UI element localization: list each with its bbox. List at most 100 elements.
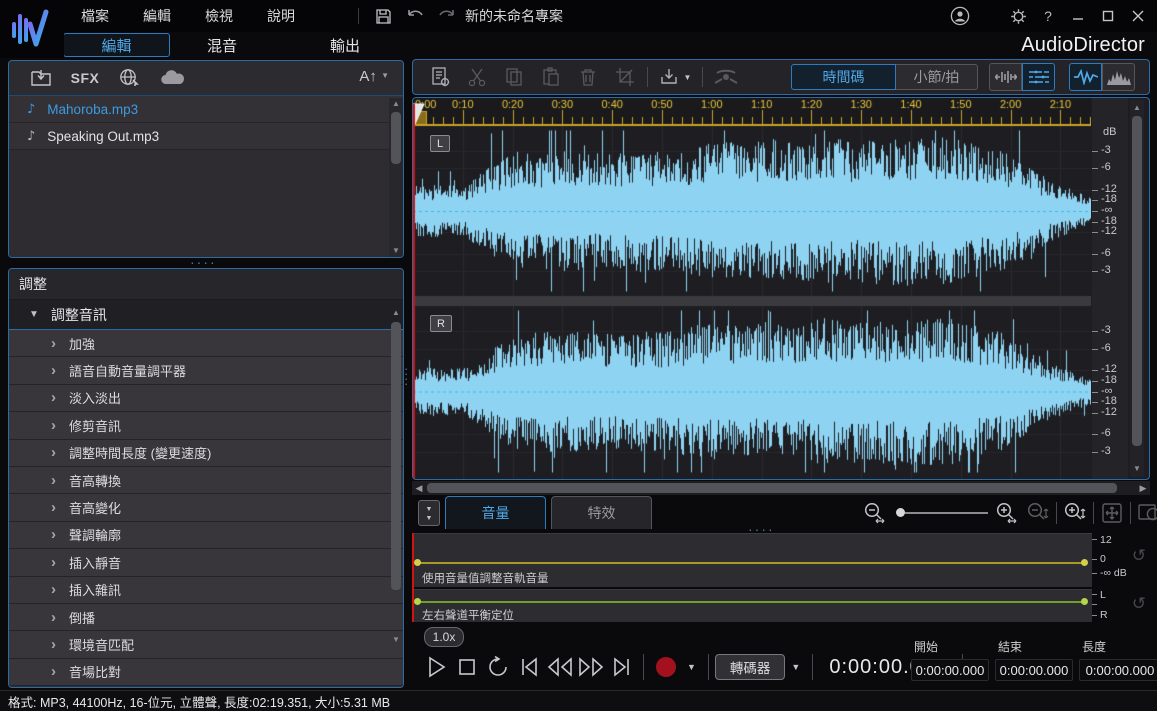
loop-button[interactable] <box>482 651 513 683</box>
stop-button[interactable] <box>451 651 482 683</box>
scroll-down-icon[interactable]: ▼ <box>389 245 403 257</box>
copy-icon[interactable] <box>495 66 532 88</box>
expand-panel-button[interactable]: ▼ ▼ <box>418 500 440 526</box>
column-resize-grip[interactable]: · · · · <box>404 362 408 390</box>
cloud-icon[interactable] <box>151 69 195 87</box>
zoom-out-vertical-icon[interactable] <box>1026 501 1050 525</box>
surround-icon[interactable] <box>707 67 744 87</box>
envelope-keyframe[interactable] <box>414 598 421 605</box>
zoom-in-vertical-icon[interactable] <box>1063 501 1087 525</box>
length-time-field[interactable]: 0:00:00.000 <box>1079 659 1157 681</box>
adjust-item[interactable]: 語音自動音量調平器 <box>9 357 403 385</box>
undo-icon[interactable] <box>402 3 428 29</box>
multitrack-mode-icon[interactable] <box>1022 63 1055 91</box>
record-options-chevron-icon[interactable]: ▼ <box>681 662 702 672</box>
menu-item[interactable]: 檔案 <box>64 6 126 26</box>
help-icon[interactable]: ? <box>1035 4 1061 28</box>
user-account-icon[interactable] <box>947 4 973 28</box>
text-size-button[interactable]: A↑ ▼ <box>359 68 389 85</box>
scroll-up-icon[interactable]: ▲ <box>389 98 403 110</box>
transcoder-button[interactable]: 轉碼器 <box>714 654 786 680</box>
download-from-web-icon[interactable] <box>107 68 151 88</box>
media-file-row[interactable]: Speaking Out.mp3 <box>9 123 403 150</box>
channel-badge-left[interactable]: L <box>430 135 451 152</box>
waveform-canvas[interactable] <box>413 98 1091 479</box>
wave-horizontal-scrollbar[interactable]: ◀ ▶ <box>412 481 1150 495</box>
adjust-item[interactable]: 淡入淡出 <box>9 384 403 413</box>
scroll-up-icon[interactable]: ▲ <box>389 307 403 319</box>
tab-volume[interactable]: 音量 <box>445 496 546 529</box>
settings-gear-icon[interactable] <box>1005 4 1031 28</box>
scroll-right-icon[interactable]: ▶ <box>1136 481 1150 495</box>
timecode-toggle[interactable]: 時間碼 <box>791 64 896 90</box>
cut-icon[interactable] <box>458 66 495 88</box>
tab-mix[interactable]: 混音 <box>190 33 254 57</box>
trim-icon[interactable] <box>606 66 643 88</box>
rewind-button[interactable] <box>544 651 575 683</box>
media-file-row[interactable]: Mahoroba.mp3 <box>9 96 403 123</box>
channel-badge-right[interactable]: R <box>430 315 452 332</box>
adjust-item[interactable]: 聲調輪廓 <box>9 521 403 550</box>
redo-icon[interactable] <box>434 3 460 29</box>
envelope-keyframe[interactable] <box>414 559 421 566</box>
zoom-out-horizontal-icon[interactable] <box>862 501 888 525</box>
tab-produce[interactable]: 輸出 <box>313 33 377 57</box>
maximize-icon[interactable] <box>1095 4 1121 28</box>
wave-vertical-scrollbar[interactable]: ▲ ▼ <box>1130 100 1144 477</box>
lane-resize-grip[interactable]: ···· <box>748 522 775 536</box>
volume-envelope-lane[interactable]: 使用音量值調整音軌音量 <box>412 533 1092 587</box>
envelope-keyframe[interactable] <box>1081 598 1088 605</box>
adjust-item[interactable]: 音高轉換 <box>9 466 403 495</box>
go-to-start-button[interactable] <box>513 651 544 683</box>
adjust-item[interactable]: 調整時間長度 (變更速度) <box>9 439 403 467</box>
adjust-item[interactable]: 環境音匹配 <box>9 631 403 659</box>
fit-to-window-icon[interactable] <box>1100 501 1124 525</box>
adjust-audio-group[interactable]: ▼ 調整音訊 <box>9 300 403 330</box>
adjust-item[interactable]: 音場比對 <box>9 658 403 687</box>
transcoder-chevron-icon[interactable]: ▼ <box>785 662 806 672</box>
menu-item[interactable]: 說明 <box>250 6 312 26</box>
save-icon[interactable] <box>370 3 396 29</box>
reset-pan-envelope-icon[interactable]: ↺ <box>1128 594 1150 614</box>
pan-envelope-lane[interactable]: 左右聲道平衡定位 <box>412 589 1092 622</box>
adjust-item[interactable]: 修剪音訊 <box>9 412 403 440</box>
adjust-scrollbar[interactable]: ▲ ▼ <box>389 302 403 687</box>
pan-envelope-line[interactable] <box>416 601 1086 603</box>
paste-icon[interactable] <box>532 66 569 88</box>
properties-icon[interactable] <box>421 66 458 88</box>
scroll-up-icon[interactable]: ▲ <box>1130 102 1144 114</box>
scroll-down-icon[interactable]: ▼ <box>1130 463 1144 475</box>
envelope-keyframe[interactable] <box>1081 559 1088 566</box>
delete-icon[interactable] <box>569 66 606 88</box>
zoom-to-selection-icon[interactable] <box>1137 501 1157 525</box>
zoom-slider-thumb[interactable] <box>896 508 905 517</box>
marker-icon[interactable]: ▼ <box>652 67 698 87</box>
sfx-library-button[interactable]: SFX <box>63 70 107 86</box>
fast-forward-button[interactable] <box>575 651 606 683</box>
adjust-item[interactable]: 倒播 <box>9 603 403 632</box>
adjust-item[interactable]: 插入靜音 <box>9 549 403 577</box>
beats-toggle[interactable]: 小節/拍 <box>896 64 978 90</box>
spectral-view-icon[interactable] <box>1102 63 1135 91</box>
import-media-icon[interactable] <box>19 68 63 88</box>
minimize-icon[interactable] <box>1065 4 1091 28</box>
clip-mode-icon[interactable] <box>989 63 1022 91</box>
zoom-in-horizontal-icon[interactable] <box>994 501 1020 525</box>
go-to-end-button[interactable] <box>606 651 637 683</box>
tab-edit[interactable]: 編輯 <box>63 33 170 57</box>
playback-speed-button[interactable]: 1.0x <box>424 627 464 647</box>
reset-volume-envelope-icon[interactable]: ↺ <box>1128 546 1150 566</box>
close-icon[interactable] <box>1125 4 1151 28</box>
record-button[interactable] <box>650 651 681 683</box>
waveform-view-icon[interactable] <box>1069 63 1102 91</box>
media-list-scrollbar[interactable]: ▲ ▼ <box>389 98 403 257</box>
menu-item[interactable]: 檢視 <box>188 6 250 26</box>
panel-resize-grip[interactable]: ···· <box>190 255 217 269</box>
volume-envelope-line[interactable] <box>416 562 1086 564</box>
menu-item[interactable]: 編輯 <box>126 6 188 26</box>
scroll-left-icon[interactable]: ◀ <box>412 481 426 495</box>
zoom-slider[interactable] <box>896 508 988 517</box>
adjust-item[interactable]: 加強 <box>9 330 403 358</box>
adjust-item[interactable]: 音高變化 <box>9 494 403 522</box>
play-button[interactable] <box>420 651 451 683</box>
